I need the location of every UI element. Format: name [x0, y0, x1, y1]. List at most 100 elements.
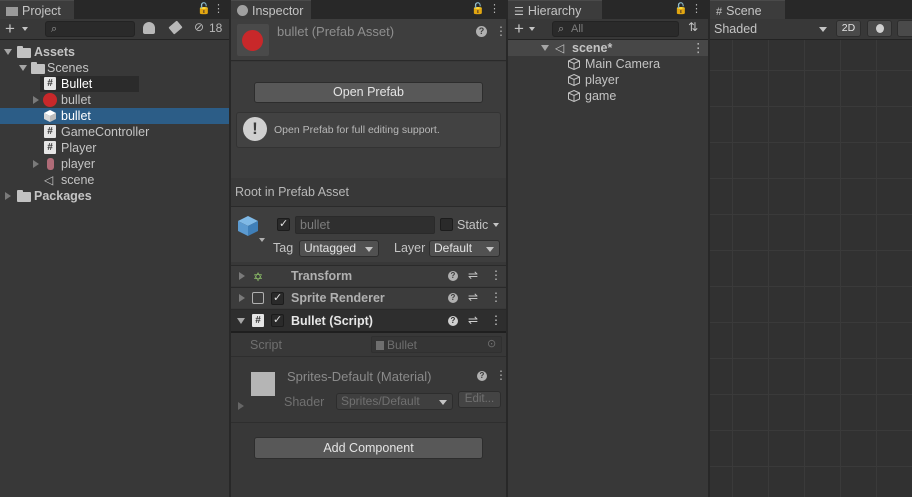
scene-viewport-grid[interactable]: [710, 40, 912, 497]
kebab-menu-icon[interactable]: ⋮: [495, 24, 507, 38]
csharp-script-icon: #: [44, 141, 56, 154]
component-title: Sprite Renderer: [291, 291, 385, 305]
collapse-arrow-icon[interactable]: [238, 402, 244, 410]
kebab-menu-icon[interactable]: ⋮: [213, 2, 224, 15]
scene-visibility-icon[interactable]: ⇅: [688, 20, 698, 34]
shading-mode-dropdown[interactable]: Shaded: [710, 19, 830, 39]
create-plus-icon[interactable]: +: [514, 19, 524, 39]
tree-item-bullet-prefab[interactable]: bullet: [0, 108, 229, 124]
kebab-menu-icon[interactable]: ⋮: [691, 2, 702, 15]
component-sprite-renderer[interactable]: Sprite Renderer ? ⇌ ⋮: [231, 287, 506, 308]
player-sprite-icon: [47, 158, 54, 170]
enabled-checkbox[interactable]: [271, 291, 284, 305]
lock-icon[interactable]: 🔓: [674, 2, 688, 15]
audio-toggle-button[interactable]: [897, 20, 912, 37]
expand-arrow-icon[interactable]: [541, 45, 549, 51]
open-prefab-button[interactable]: Open Prefab: [254, 82, 483, 103]
tree-item-bullet-script[interactable]: # Bullet: [40, 76, 139, 92]
tab-project[interactable]: Project: [0, 0, 74, 19]
expand-arrow-icon[interactable]: [4, 49, 12, 55]
gameobject-cube-icon: [568, 90, 580, 102]
tab-hierarchy[interactable]: ☰ Hierarchy: [508, 0, 602, 19]
asset-header: bullet (Prefab Asset) ? ⋮: [231, 19, 507, 61]
expand-arrow-icon[interactable]: [237, 318, 245, 324]
project-tree: Assets Scenes # Bullet bullet bullet # G…: [0, 40, 229, 497]
help-icon[interactable]: ?: [448, 271, 458, 281]
inspector-panel: Inspector 🔓 ⋮ bullet (Prefab Asset) ? ⋮ …: [231, 0, 507, 497]
tree-item-scene[interactable]: ◁ scene: [0, 172, 229, 188]
gameobject-cube-icon: [568, 58, 580, 70]
hierarchy-item[interactable]: game: [508, 88, 708, 104]
dropdown-caret-icon: [819, 27, 827, 32]
hidden-packages-eye-icon[interactable]: ⊘: [194, 20, 204, 34]
tree-item-gamecontroller[interactable]: # GameController: [0, 124, 229, 140]
tab-scene[interactable]: # Scene: [710, 0, 785, 19]
toggle-2d-button[interactable]: 2D: [836, 20, 861, 37]
lock-icon[interactable]: 🔓: [197, 2, 211, 15]
asset-title: bullet (Prefab Asset): [277, 24, 395, 39]
expand-arrow-icon[interactable]: [19, 65, 27, 71]
kebab-menu-icon[interactable]: ⋮: [692, 40, 705, 56]
kebab-menu-icon[interactable]: ⋮: [490, 268, 502, 282]
presets-sliders-icon[interactable]: ⇌: [468, 290, 478, 304]
add-component-button[interactable]: Add Component: [254, 437, 483, 459]
filter-by-type-icon[interactable]: [143, 22, 155, 34]
layer-label: Layer: [394, 241, 426, 255]
hierarchy-tree: ◁ scene* ⋮ Main Camera player game: [508, 40, 708, 497]
collapse-arrow-icon[interactable]: [33, 160, 39, 168]
dropdown-caret-icon[interactable]: [529, 27, 535, 31]
collapse-arrow-icon[interactable]: [5, 192, 11, 200]
tab-project-label: Project: [22, 4, 61, 18]
kebab-menu-icon[interactable]: ⋮: [495, 368, 507, 382]
project-search-input[interactable]: [45, 21, 135, 37]
script-field-value: Bullet: [387, 338, 418, 352]
tree-item-packages[interactable]: Packages: [0, 188, 229, 204]
collapse-arrow-icon[interactable]: [239, 294, 245, 302]
tree-item-player-script[interactable]: # Player: [0, 140, 229, 156]
chevron-down-icon[interactable]: [259, 238, 265, 242]
tag-dropdown[interactable]: Untagged: [299, 240, 379, 257]
layer-dropdown[interactable]: Default: [429, 240, 500, 257]
hierarchy-search-input[interactable]: All: [552, 21, 679, 37]
collapse-arrow-icon[interactable]: [239, 272, 245, 280]
help-icon[interactable]: ?: [477, 371, 487, 381]
hierarchy-item-label: game: [585, 89, 617, 103]
transform-axes-icon: ✡: [253, 270, 264, 284]
lock-icon[interactable]: 🔓: [471, 2, 485, 15]
kebab-menu-icon[interactable]: ⋮: [489, 2, 500, 15]
collapse-arrow-icon[interactable]: [33, 96, 39, 104]
component-transform[interactable]: ✡ Transform ? ⇌ ⋮: [231, 265, 506, 286]
tree-item-bullet-sprite[interactable]: bullet: [0, 92, 229, 108]
presets-sliders-icon[interactable]: ⇌: [468, 268, 478, 282]
active-checkbox[interactable]: [277, 217, 290, 231]
create-plus-icon[interactable]: +: [5, 19, 15, 39]
dropdown-caret-icon[interactable]: [22, 27, 28, 31]
hierarchy-item[interactable]: Main Camera: [508, 56, 708, 72]
hierarchy-scene-row[interactable]: ◁ scene* ⋮: [508, 40, 708, 56]
static-dropdown-caret-icon[interactable]: [493, 223, 499, 227]
component-bullet-script[interactable]: # Bullet (Script) ? ⇌ ⋮: [231, 309, 506, 333]
filter-by-label-icon[interactable]: [168, 20, 183, 35]
hierarchy-item[interactable]: player: [508, 72, 708, 88]
tree-item-scenes[interactable]: Scenes: [0, 60, 229, 76]
script-field-row: Script Bullet ⊙: [231, 335, 506, 355]
presets-sliders-icon[interactable]: ⇌: [468, 313, 478, 327]
tree-item-player-sprite[interactable]: player: [0, 156, 229, 172]
static-checkbox[interactable]: [440, 218, 453, 231]
script-object-field: Bullet ⊙: [371, 336, 502, 353]
help-icon[interactable]: ?: [448, 293, 458, 303]
kebab-menu-icon[interactable]: ⋮: [490, 313, 502, 327]
tab-inspector[interactable]: Inspector: [231, 0, 311, 19]
help-icon[interactable]: ?: [448, 316, 458, 326]
lighting-toggle-button[interactable]: [867, 20, 892, 37]
csharp-script-icon: #: [252, 314, 264, 327]
shader-dropdown[interactable]: Sprites/Default: [336, 393, 453, 410]
edit-shader-button[interactable]: Edit...: [458, 391, 501, 408]
kebab-menu-icon[interactable]: ⋮: [490, 290, 502, 304]
help-icon[interactable]: ?: [476, 26, 487, 37]
object-name-field[interactable]: bullet: [295, 216, 435, 234]
gameobject-header: bullet Static Tag Untagged Layer Default: [231, 206, 506, 262]
enabled-checkbox[interactable]: [271, 313, 284, 327]
tree-item-assets[interactable]: Assets: [0, 44, 229, 60]
unity-scene-icon: ◁: [44, 173, 54, 187]
